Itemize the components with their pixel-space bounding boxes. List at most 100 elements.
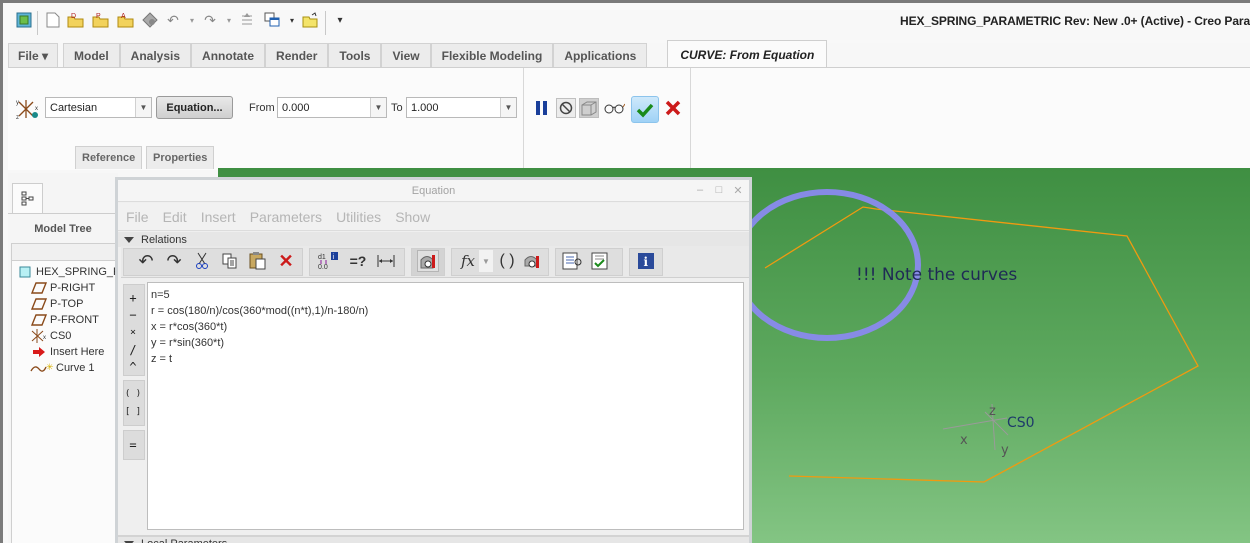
tab-render[interactable]: Render: [265, 43, 329, 68]
chevron-down-icon[interactable]: ▼: [135, 98, 151, 117]
redo-dropdown-icon[interactable]: ▾: [220, 11, 238, 29]
menu-parameters[interactable]: Parameters: [250, 209, 322, 225]
maximize-icon[interactable]: □: [712, 183, 726, 197]
menu-file[interactable]: File: [126, 209, 149, 225]
tab-flexible-modeling[interactable]: Flexible Modeling: [430, 43, 554, 68]
quick-access-toolbar: D P A ↶ ▾ ↷ ▾ ▾ ▾ HEX_SPRING_PARAMETRIC …: [3, 3, 1250, 43]
tree-item-p-right[interactable]: P-RIGHT: [30, 280, 95, 296]
power-button[interactable]: ^: [123, 358, 143, 375]
tree-item-cs0[interactable]: x CS0: [30, 328, 71, 344]
paste-icon[interactable]: [247, 250, 269, 272]
verify-relations-icon[interactable]: [561, 250, 583, 272]
sort-relations-icon[interactable]: [521, 250, 543, 272]
model-tree-settings-icon[interactable]: [238, 11, 256, 29]
parentheses-icon[interactable]: ( ): [496, 250, 518, 272]
pause-icon[interactable]: [533, 98, 551, 118]
no-preview-icon[interactable]: [556, 98, 576, 118]
relations-editor[interactable]: n=5 r = cos(180/n)/cos(360*mod((n*t),1)/…: [147, 282, 744, 530]
redo-icon[interactable]: ↷: [201, 11, 219, 29]
ok-check-icon[interactable]: [631, 96, 659, 123]
from-label: From: [249, 102, 275, 114]
tree-item-insert-here[interactable]: Insert Here: [30, 344, 104, 360]
cancel-x-icon[interactable]: [663, 98, 683, 118]
toggle-symbolic-icon[interactable]: d1 0.0 i: [317, 250, 339, 272]
minimize-icon[interactable]: ‒: [693, 183, 707, 197]
tab-tools[interactable]: Tools: [328, 43, 382, 68]
glasses-preview-icon[interactable]: [603, 99, 625, 117]
menu-show[interactable]: Show: [395, 209, 430, 225]
redo-icon[interactable]: ↷: [163, 250, 185, 272]
function-dropdown-icon[interactable]: ▼: [479, 250, 493, 272]
open-p-icon[interactable]: P: [92, 11, 110, 29]
tab-model[interactable]: Model: [63, 43, 120, 68]
undo-icon[interactable]: ↶: [135, 250, 157, 272]
minus-button[interactable]: −: [123, 306, 143, 323]
tree-item-p-top[interactable]: P-TOP: [30, 296, 83, 312]
tab-analysis[interactable]: Analysis: [119, 43, 192, 68]
new-file-icon[interactable]: [44, 11, 62, 29]
tab-annotate[interactable]: Annotate: [191, 43, 266, 68]
tab-applications[interactable]: Applications: [553, 43, 648, 68]
menu-edit[interactable]: Edit: [163, 209, 187, 225]
tab-properties[interactable]: Properties: [146, 146, 215, 169]
relation-line: z = t: [151, 353, 173, 365]
tab-reference[interactable]: Reference: [75, 146, 143, 169]
info-icon[interactable]: i: [635, 250, 657, 272]
from-input[interactable]: 0.000 ▼: [277, 97, 387, 118]
relations-section-header[interactable]: Relations: [118, 232, 749, 247]
datum-plane-icon: [30, 297, 48, 311]
undo-dropdown-icon[interactable]: ▾: [183, 11, 201, 29]
brackets-button[interactable]: [ ]: [123, 403, 143, 420]
multiply-button[interactable]: ×: [123, 324, 143, 341]
tree-item-p-front[interactable]: P-FRONT: [30, 312, 99, 328]
copy-icon[interactable]: [219, 250, 241, 272]
menu-utilities[interactable]: Utilities: [336, 209, 381, 225]
check-relations-icon[interactable]: [589, 250, 611, 272]
local-parameters-section-header[interactable]: Local Parameters: [118, 535, 749, 543]
close-icon[interactable]: ✕: [731, 183, 745, 197]
tab-view[interactable]: View: [381, 43, 431, 68]
svg-text:y: y: [16, 100, 19, 106]
svg-text:d1: d1: [318, 254, 326, 261]
tree-item-curve-1[interactable]: ✳ Curve 1: [30, 360, 95, 376]
show-dimension-icon[interactable]: [375, 250, 397, 272]
tab-file[interactable]: File ▾: [8, 43, 58, 68]
window-icon[interactable]: [15, 11, 33, 29]
plus-button[interactable]: +: [123, 289, 143, 306]
tree-item-part[interactable]: HEX_SPRING_P: [16, 264, 120, 280]
to-label: To: [391, 102, 403, 114]
delete-icon[interactable]: ✕: [275, 250, 297, 272]
chevron-down-icon[interactable]: ▼: [500, 98, 516, 117]
regenerate-icon[interactable]: [141, 11, 159, 29]
windows-icon[interactable]: [263, 11, 281, 29]
menu-insert[interactable]: Insert: [201, 209, 236, 225]
svg-text:A: A: [121, 13, 126, 20]
csys-triad: [942, 403, 1009, 451]
close-window-icon[interactable]: [301, 11, 319, 29]
model-tree: HEX_SPRING_P P-RIGHT P-TOP P-FRONT x CS0…: [11, 261, 120, 543]
windows-dropdown-icon[interactable]: ▾: [283, 11, 301, 29]
divide-button[interactable]: /: [123, 341, 143, 358]
insert-function-icon[interactable]: fx: [457, 250, 479, 272]
open-d-icon[interactable]: D: [67, 11, 85, 29]
model-tree-tab[interactable]: [12, 183, 43, 213]
model-tree-filter[interactable]: [11, 243, 118, 261]
verify-geometry-icon[interactable]: [579, 98, 599, 118]
coordinate-type-select[interactable]: Cartesian ▼: [45, 97, 152, 118]
undo-icon[interactable]: ↶: [164, 11, 182, 29]
chevron-down-icon[interactable]: ▼: [370, 98, 386, 117]
cut-icon[interactable]: [191, 250, 213, 272]
customize-icon[interactable]: ▾: [331, 11, 349, 29]
ribbon-tabs: File ▾ Model Analysis Annotate Render To…: [8, 40, 828, 68]
svg-text:✳: ✳: [46, 362, 54, 372]
evaluate-icon[interactable]: =?: [347, 250, 369, 272]
tab-curve-from-equation[interactable]: CURVE: From Equation: [667, 40, 828, 68]
dialog-title: Equation: [118, 180, 749, 202]
part-icon: [16, 265, 34, 279]
parentheses-button[interactable]: ( ): [123, 385, 143, 402]
equals-button[interactable]: =: [123, 436, 143, 453]
unit-sensitivity-icon[interactable]: [417, 250, 439, 272]
to-input[interactable]: 1.000 ▼: [406, 97, 517, 118]
open-a-icon[interactable]: A: [117, 11, 135, 29]
equation-button[interactable]: Equation...: [156, 96, 233, 119]
